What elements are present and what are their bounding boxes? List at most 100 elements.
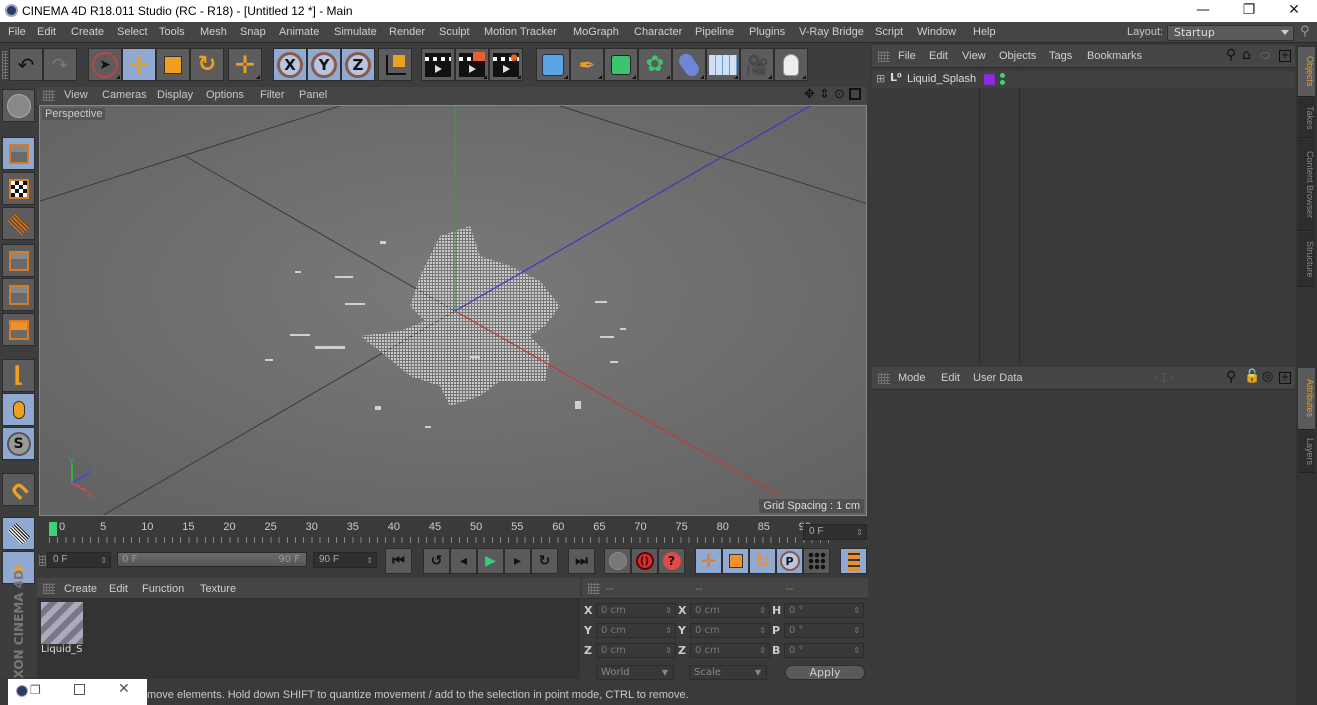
attributes-menu-edit[interactable]: Edit <box>941 372 960 384</box>
close-button[interactable]: ✕ <box>1271 0 1317 22</box>
material-menu-function[interactable]: Function <box>142 583 184 595</box>
axis-mode-button[interactable]: ⌊ <box>2 359 35 392</box>
menu-create[interactable]: Create <box>71 26 104 38</box>
viewport-pan-icon[interactable]: ✥ <box>804 87 815 102</box>
spinner-icon[interactable]: ⇕ <box>665 604 672 617</box>
menu-character[interactable]: Character <box>634 26 682 38</box>
rotate-button[interactable]: ↻ <box>190 48 224 81</box>
tab-content-browser[interactable]: Content Browser <box>1298 139 1315 231</box>
spinner-icon[interactable]: ⇕ <box>665 644 672 657</box>
play-button[interactable]: ▶ <box>477 548 504 574</box>
objects-menu-bookmarks[interactable]: Bookmarks <box>1087 50 1142 62</box>
cube-button[interactable] <box>536 48 570 81</box>
attributes-menu-mode[interactable]: Mode <box>898 372 926 384</box>
menu-mograph[interactable]: MoGraph <box>573 26 619 38</box>
make-editable-button[interactable] <box>2 89 35 122</box>
polygons-mode-button[interactable] <box>2 313 35 346</box>
perspective-viewport[interactable]: Y Z X Perspective Grid Spacing : 1 cm <box>39 105 867 516</box>
search-icon[interactable]: ⚲ <box>1226 369 1236 385</box>
coordinates-grip[interactable] <box>588 583 600 594</box>
menu-motion-tracker[interactable]: Motion Tracker <box>484 26 557 38</box>
position-key-button[interactable]: ✛ <box>695 548 722 574</box>
workplane-lock-button[interactable] <box>2 517 35 550</box>
live-selection-button[interactable]: ➤ <box>88 48 122 81</box>
tweak-mode-button[interactable] <box>2 393 35 426</box>
viewport-rotate-icon[interactable]: ⊙ <box>834 87 845 102</box>
workplane-mode-button[interactable] <box>2 207 35 240</box>
menu-mesh[interactable]: Mesh <box>200 26 227 38</box>
redo-button[interactable]: ↷ <box>43 48 77 81</box>
previous-key-button[interactable]: ↺ <box>423 548 450 574</box>
viewport-menu-cameras[interactable]: Cameras <box>102 89 147 101</box>
restore-icon[interactable]: ❐ <box>30 683 41 697</box>
menu-vray-bridge[interactable]: V-Ray Bridge <box>799 26 864 38</box>
z-axis-button[interactable]: Z <box>341 48 375 81</box>
coordinate-mode-select[interactable]: Scale ▼ <box>689 665 767 680</box>
next-frame-button[interactable]: ▸ <box>504 548 531 574</box>
spinner-icon[interactable]: ⇕ <box>759 604 766 617</box>
editor-visibility-dot[interactable] <box>1000 73 1005 78</box>
point-level-key-button[interactable] <box>803 548 830 574</box>
home-icon[interactable]: ⌂ <box>1242 47 1251 63</box>
material-grip[interactable] <box>43 583 55 594</box>
menu-edit[interactable]: Edit <box>37 26 56 38</box>
menu-snap[interactable]: Snap <box>240 26 266 38</box>
attributes-grip[interactable] <box>878 373 890 384</box>
material-item[interactable]: Liquid_S <box>41 602 83 658</box>
cloner-button[interactable]: ✿ <box>638 48 672 81</box>
go-to-end-button[interactable]: ⏭ <box>568 548 595 574</box>
menu-file[interactable]: File <box>8 26 26 38</box>
viewport-menu-display[interactable]: Display <box>157 89 193 101</box>
pen-button[interactable]: ✒ <box>570 48 604 81</box>
objects-menu-tags[interactable]: Tags <box>1049 50 1072 62</box>
recent-tool-button[interactable]: ✛ <box>228 48 262 81</box>
record-button[interactable]: () <box>631 548 658 574</box>
render-settings-button[interactable]: ✹ <box>489 48 523 81</box>
render-view-button[interactable] <box>421 48 455 81</box>
minimize-button[interactable]: — <box>1180 0 1226 22</box>
snap-button[interactable]: ∩ <box>2 473 36 507</box>
layout-select[interactable]: Startup <box>1167 25 1294 41</box>
coordinate-field[interactable]: 0 cm ⇕ <box>690 643 770 658</box>
tab-takes[interactable]: Takes <box>1298 98 1315 138</box>
current-frame-field[interactable]: 0 F ⇕ <box>803 524 867 540</box>
spinner-icon[interactable]: ⇕ <box>759 624 766 637</box>
viewport-menu-options[interactable]: Options <box>206 89 244 101</box>
viewport-menu-view[interactable]: View <box>64 89 88 101</box>
coordinate-field[interactable]: 0 cm ⇕ <box>690 603 770 618</box>
timeline-window-button[interactable] <box>840 548 867 574</box>
floor-button[interactable] <box>706 48 740 81</box>
viewport-maximize-icon[interactable] <box>849 88 861 100</box>
menu-help[interactable]: Help <box>973 26 996 38</box>
apply-button[interactable]: Apply <box>785 665 865 680</box>
spinner-icon[interactable]: ⇕ <box>759 644 766 657</box>
tab-layers[interactable]: Layers <box>1298 431 1315 473</box>
search-icon[interactable]: ⚲ <box>1300 24 1310 39</box>
menu-script[interactable]: Script <box>875 26 903 38</box>
coordinate-field[interactable]: 0 cm ⇕ <box>596 643 676 658</box>
lock-icon[interactable]: 🔓 <box>1244 369 1260 384</box>
next-key-button[interactable]: ↻ <box>531 548 558 574</box>
texture-mode-button[interactable] <box>2 172 35 205</box>
camera-button[interactable]: 🎥 <box>740 48 774 81</box>
toolbar-grip[interactable] <box>2 51 8 79</box>
spinner-icon[interactable]: ⇕ <box>853 624 860 637</box>
edges-mode-button[interactable] <box>2 278 35 311</box>
move-button[interactable]: ✛ <box>122 48 156 81</box>
render-picture-viewer-button[interactable] <box>455 48 489 81</box>
preview-range-slider[interactable]: 0 F 90 F <box>117 552 307 567</box>
expand-icon[interactable]: ⊞ <box>876 72 885 85</box>
coordinate-field[interactable]: 0 cm ⇕ <box>596 623 676 638</box>
spinner-icon[interactable]: ⇕ <box>665 624 672 637</box>
viewport-menu-filter[interactable]: Filter <box>260 89 284 101</box>
restore-button[interactable]: ❐ <box>1226 0 1272 22</box>
search-icon[interactable]: ⚲ <box>1226 47 1236 63</box>
coordinate-space-select[interactable]: World ▼ <box>596 665 674 680</box>
spinner-icon[interactable]: ⇕ <box>853 604 860 617</box>
menu-pipeline[interactable]: Pipeline <box>695 26 734 38</box>
start-frame-field[interactable]: 0 F ⇕ <box>47 552 111 568</box>
material-tag-icon[interactable] <box>984 74 995 85</box>
menu-select[interactable]: Select <box>117 26 148 38</box>
coordinate-field[interactable]: 0 ° ⇕ <box>784 623 864 638</box>
menu-simulate[interactable]: Simulate <box>334 26 377 38</box>
